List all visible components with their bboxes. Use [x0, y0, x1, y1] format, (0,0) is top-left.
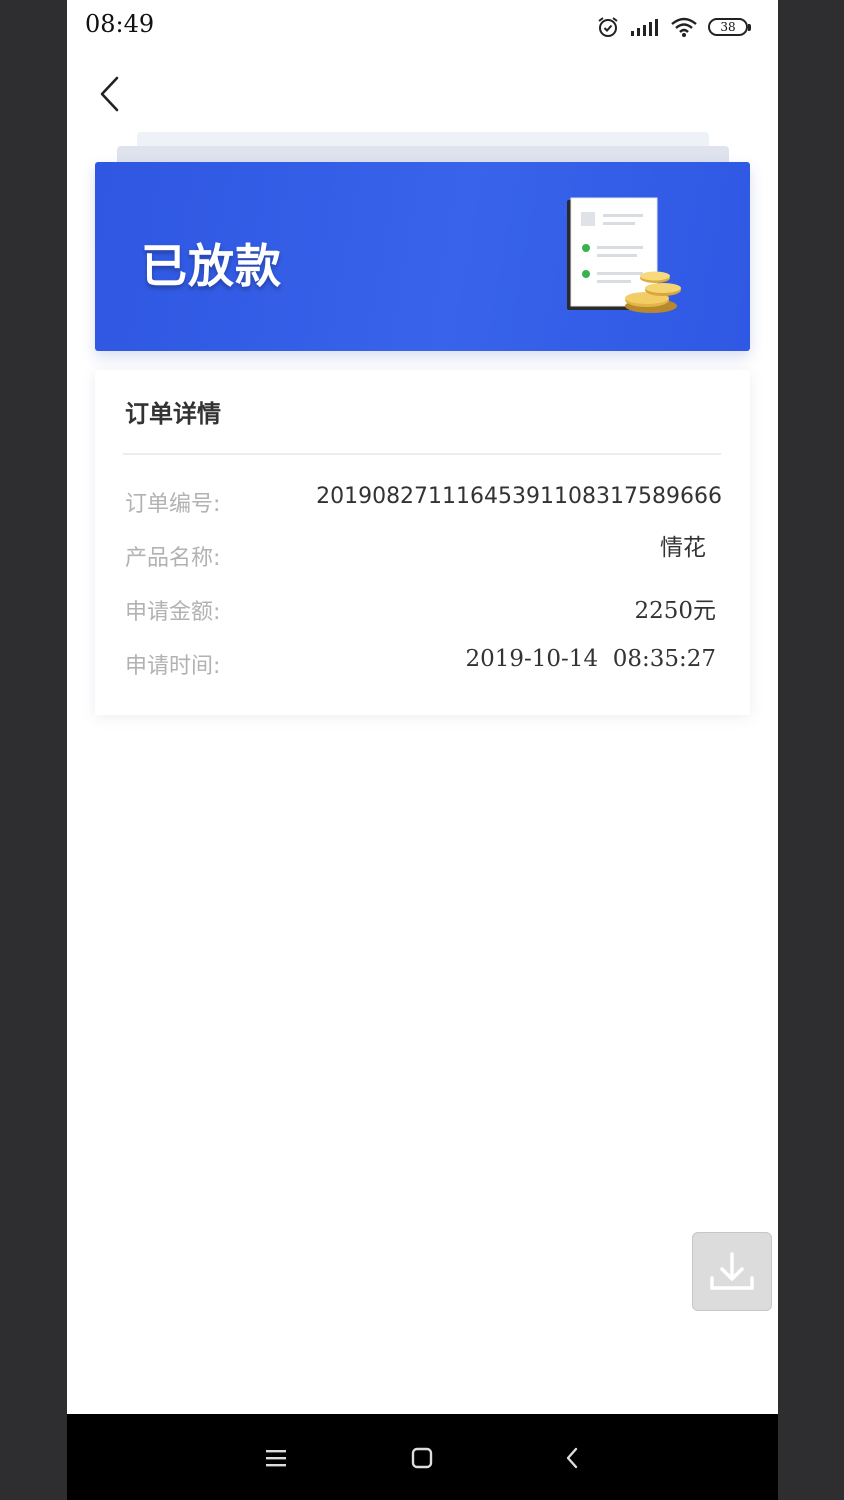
download-icon [710, 1251, 754, 1290]
system-back-button[interactable] [550, 1436, 594, 1480]
order-details-title: 订单详情 [125, 400, 221, 428]
phone-screen: 08:49 38 已放款 订单详情 订单编号: 2019082711164539… [67, 0, 778, 1500]
wifi-icon [671, 17, 697, 37]
battery-icon: 38 [708, 18, 751, 36]
product-name-label: 产品名称: [125, 546, 221, 571]
home-icon [411, 1447, 433, 1469]
order-details-card: 订单详情 订单编号: 20190827111645391108317589666… [95, 370, 750, 715]
back-button[interactable] [89, 72, 129, 116]
apply-time-label: 申请时间: [125, 654, 221, 679]
alarm-icon [598, 17, 618, 37]
back-icon [566, 1447, 578, 1469]
apply-time-value: 2019-10-14 08:35:27 [465, 646, 716, 672]
chevron-left-icon [100, 76, 119, 112]
status-banner: 已放款 [95, 162, 750, 351]
download-button[interactable] [692, 1232, 772, 1311]
apply-amount-value: 2250元 [634, 598, 716, 624]
status-icons: 38 [596, 15, 751, 39]
signal-icon [631, 19, 658, 36]
status-time: 08:49 [85, 10, 155, 38]
status-bar: 08:49 38 [67, 0, 778, 52]
menu-button[interactable] [254, 1436, 298, 1480]
home-button[interactable] [400, 1436, 444, 1480]
order-number-label: 订单编号: [125, 492, 221, 517]
apply-amount-label: 申请金额: [125, 600, 221, 625]
menu-icon [266, 1450, 286, 1467]
order-number-value: 20190827111645391108317589666 [316, 484, 722, 509]
system-nav-bar [67, 1414, 778, 1500]
document-with-coins-icon [567, 197, 681, 313]
product-name-value: 情花 [660, 535, 706, 561]
loan-status-title: 已放款 [141, 239, 282, 293]
divider [123, 453, 721, 455]
battery-level: 38 [720, 20, 736, 34]
